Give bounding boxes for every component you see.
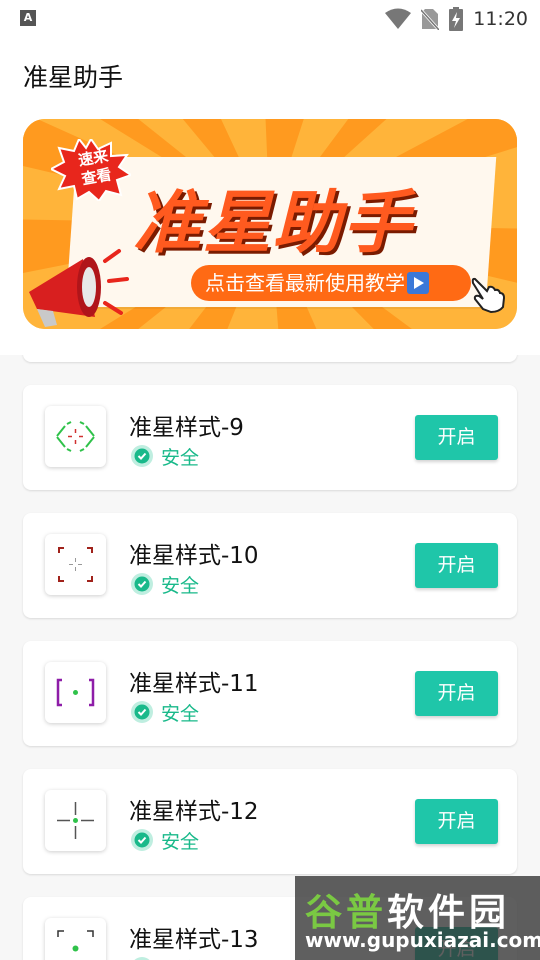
watermark-url: www.gupuxiazai.com (305, 928, 540, 952)
list-item: 准星样式-11 安全 开启 (23, 641, 517, 746)
safety-status: 安全 (161, 446, 200, 469)
megaphone-icon (29, 249, 129, 327)
play-icon (407, 272, 429, 294)
enable-button[interactable]: 开启 (415, 799, 498, 844)
safety-status: 安全 (161, 830, 200, 853)
status-bar: A 11:20 (0, 0, 540, 38)
tutorial-cta-label: 点击查看最新使用教学 (205, 271, 405, 295)
safety-badge: 安全 (131, 444, 200, 469)
status-time: 11:20 (473, 8, 528, 30)
crosshair-preview (45, 534, 106, 595)
shield-check-icon (131, 445, 153, 467)
tutorial-banner[interactable]: 速来 查看 准星助手 点击查看最新使用教学 (23, 119, 517, 329)
safety-badge: 安全 (131, 572, 200, 597)
crosshair-list[interactable]: 准星样式-9 安全 开启 准星样式-10 安全 开启 准星样式-11 安全 开启… (0, 355, 540, 960)
crosshair-10-icon (58, 547, 93, 582)
pointing-hand-icon (471, 277, 505, 313)
safety-status: 安全 (161, 955, 199, 960)
safety-status: 安全 (161, 574, 200, 597)
shield-check-icon (131, 829, 153, 851)
safety-badge: 安全 (131, 956, 199, 960)
battery-charging-icon (449, 7, 464, 31)
site-watermark: 谷普软件园 www.gupuxiazai.com (295, 876, 540, 960)
list-item: 准星样式-9 安全 开启 (23, 385, 517, 490)
app-notification-icon: A (20, 10, 36, 26)
crosshair-name: 准星样式-9 (129, 415, 244, 441)
crosshair-name: 准星样式-11 (129, 671, 259, 697)
banner-section: 速来 查看 准星助手 点击查看最新使用教学 (0, 110, 540, 355)
enable-button[interactable]: 开启 (415, 415, 498, 460)
crosshair-name: 准星样式-10 (129, 543, 259, 569)
shield-check-icon (131, 573, 153, 595)
wifi-icon (385, 8, 412, 29)
crosshair-12-icon (57, 802, 94, 839)
status-icons: 11:20 (385, 6, 528, 32)
app-bar: 准星助手 (0, 38, 540, 110)
tutorial-cta[interactable]: 点击查看最新使用教学 (191, 265, 471, 301)
list-item-partial (23, 355, 517, 362)
enable-button[interactable]: 开启 (415, 543, 498, 588)
safety-badge: 安全 (131, 700, 200, 725)
safety-status: 安全 (161, 702, 200, 725)
crosshair-preview (45, 662, 106, 723)
crosshair-9-icon (56, 421, 95, 452)
crosshair-preview (45, 918, 106, 960)
banner-headline: 准星助手 (133, 184, 414, 263)
crosshair-name: 准星样式-12 (129, 799, 259, 825)
crosshair-11-icon (56, 678, 95, 707)
list-item: 准星样式-12 安全 开启 (23, 769, 517, 874)
crosshair-preview (45, 790, 106, 851)
list-item: 准星样式-10 安全 开启 (23, 513, 517, 618)
shield-check-icon (131, 701, 153, 723)
enable-button[interactable]: 开启 (415, 671, 498, 716)
page-title: 准星助手 (23, 63, 124, 92)
no-sim-icon (421, 8, 440, 30)
safety-badge: 安全 (131, 828, 200, 853)
crosshair-preview (45, 406, 106, 467)
crosshair-name: 准星样式-13 (129, 927, 259, 953)
crosshair-13-icon (57, 930, 94, 960)
